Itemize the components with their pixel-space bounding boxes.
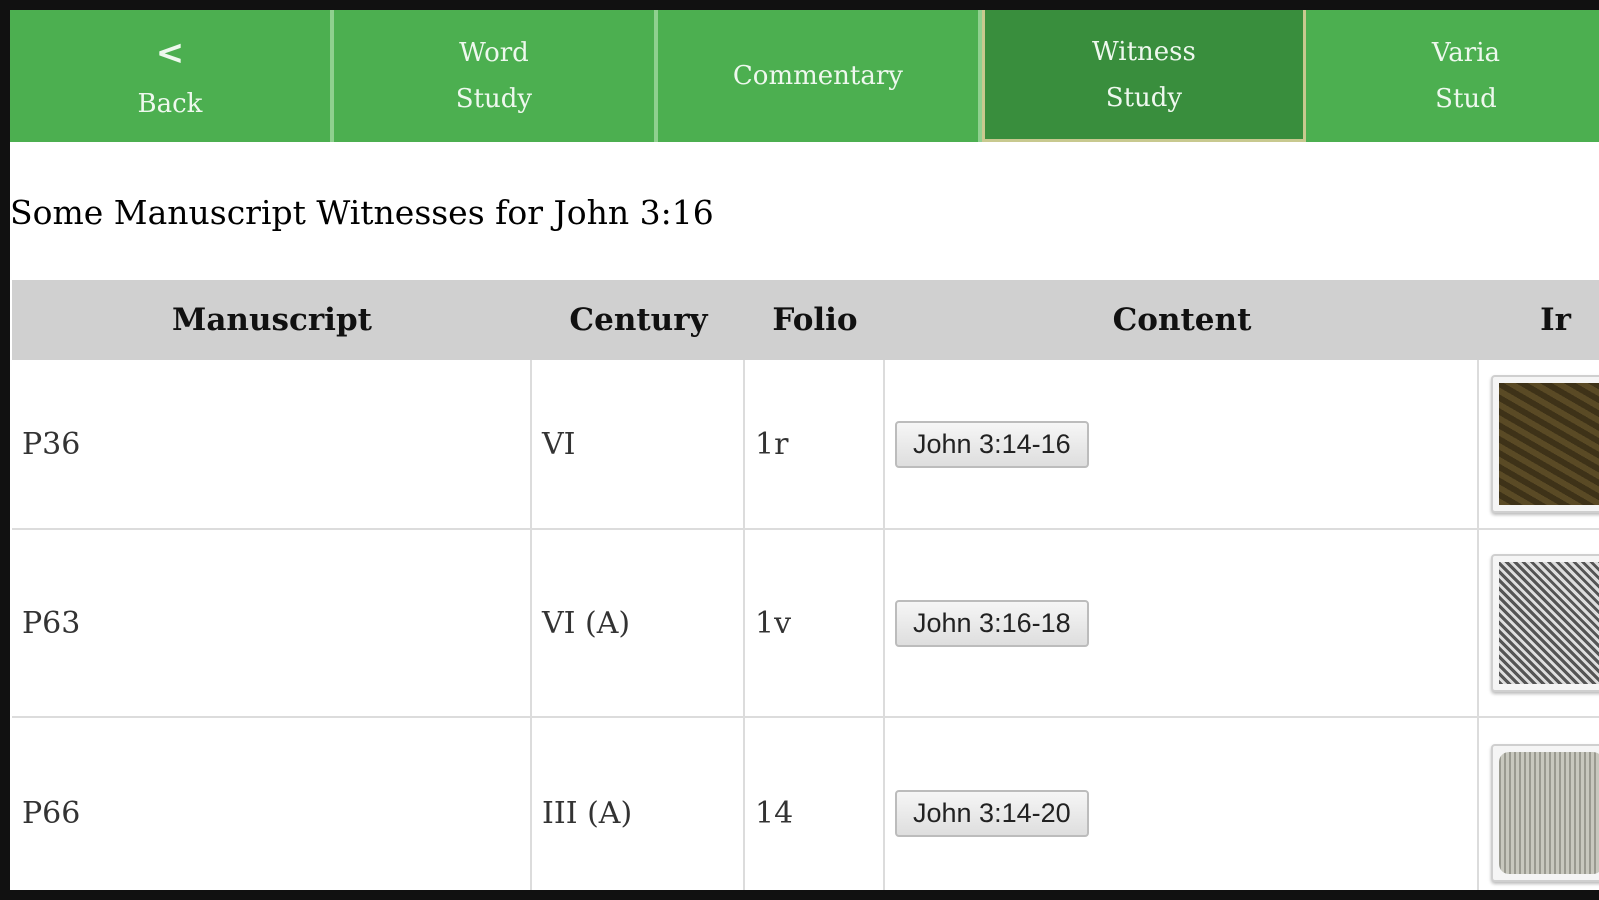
passage-button[interactable]: John 3:14-20 [895,789,1089,837]
table-row: P36 VI 1r John 3:14-16 [12,360,1599,530]
century-cell: VI (A) [532,530,745,716]
column-header-image: Ir [1540,302,1571,338]
manuscript-thumbnail[interactable] [1491,744,1599,882]
manuscript-cell: P36 [12,360,532,528]
content-cell: John 3:16-18 [885,530,1479,716]
passage-button[interactable]: John 3:14-16 [895,420,1089,468]
tab-label-line1: Commentary [732,61,903,91]
manuscript-thumbnail[interactable] [1491,375,1599,513]
column-header-content: Content [1112,302,1252,338]
tab-commentary[interactable]: Commentary [657,10,982,142]
century-cell: III (A) [532,718,745,890]
tab-label-line1: Witness [1092,36,1196,67]
table-row: P66 III (A) 14 John 3:14-20 [12,718,1599,890]
page-title: Some Manuscript Witnesses for John 3:16 [10,193,714,232]
tab-label-line1: Word [459,38,529,68]
column-header-folio: Folio [772,302,858,338]
tab-label-line2: Study [455,84,533,114]
image-cell [1479,530,1599,716]
tab-witness-study[interactable]: Witness Study [981,10,1306,142]
century-cell: VI [532,360,745,528]
column-header-manuscript: Manuscript [172,302,372,338]
tab-variants-study[interactable]: Varia Stud [1306,10,1599,142]
image-cell [1479,718,1599,890]
tab-label-line2: Stud [1435,84,1497,114]
content-cell: John 3:14-16 [885,360,1479,528]
column-header-century: Century [569,302,708,338]
passage-button[interactable]: John 3:16-18 [895,599,1089,647]
tab-label-line1: Varia [1431,38,1501,68]
witness-table: Manuscript Century Folio Content Ir P36 … [12,280,1599,890]
chevron-left-icon: < [155,33,185,73]
top-tab-bar: < Back Word Study Commentary Witness Stu… [10,10,1599,142]
tab-label-line2: Study [1105,82,1183,113]
table-row: P63 VI (A) 1v John 3:16-18 [12,530,1599,718]
folio-cell: 14 [745,718,885,890]
back-button[interactable]: < Back [10,10,334,142]
folio-cell: 1v [745,530,885,716]
back-label: Back [137,89,203,119]
tab-word-study[interactable]: Word Study [333,10,658,142]
content-cell: John 3:14-20 [885,718,1479,890]
table-header-row: Manuscript Century Folio Content Ir [12,280,1599,360]
manuscript-thumbnail[interactable] [1491,554,1599,692]
manuscript-cell: P66 [12,718,532,890]
image-cell [1479,360,1599,528]
app-frame: < Back Word Study Commentary Witness Stu… [10,10,1599,890]
folio-cell: 1r [745,360,885,528]
manuscript-cell: P63 [12,530,532,716]
